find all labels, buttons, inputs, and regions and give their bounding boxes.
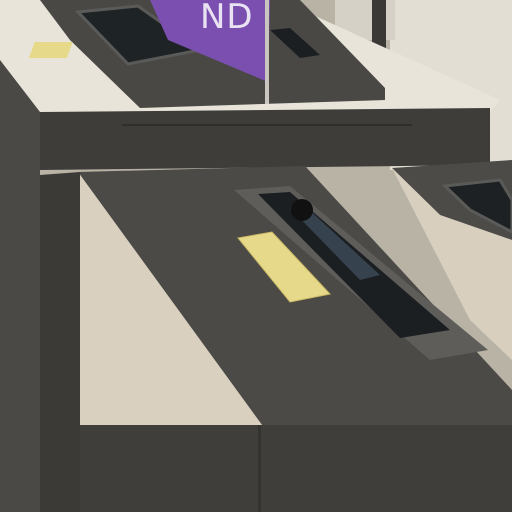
front-gate-seam xyxy=(258,425,261,512)
purple-sign-text: ND xyxy=(200,0,254,37)
back-gate-left-face xyxy=(0,60,40,512)
ticket-gate-photo: ND xyxy=(0,0,512,512)
sign-post xyxy=(265,0,269,104)
dark-pillar xyxy=(372,0,386,50)
front-gate-lower-left xyxy=(40,172,80,512)
front-gate-front-face xyxy=(80,425,512,512)
front-reader-knob xyxy=(291,199,313,221)
back-gate-panel-line xyxy=(122,124,412,126)
back-yellow-ticket xyxy=(28,42,73,58)
back-gate-front xyxy=(40,108,490,170)
